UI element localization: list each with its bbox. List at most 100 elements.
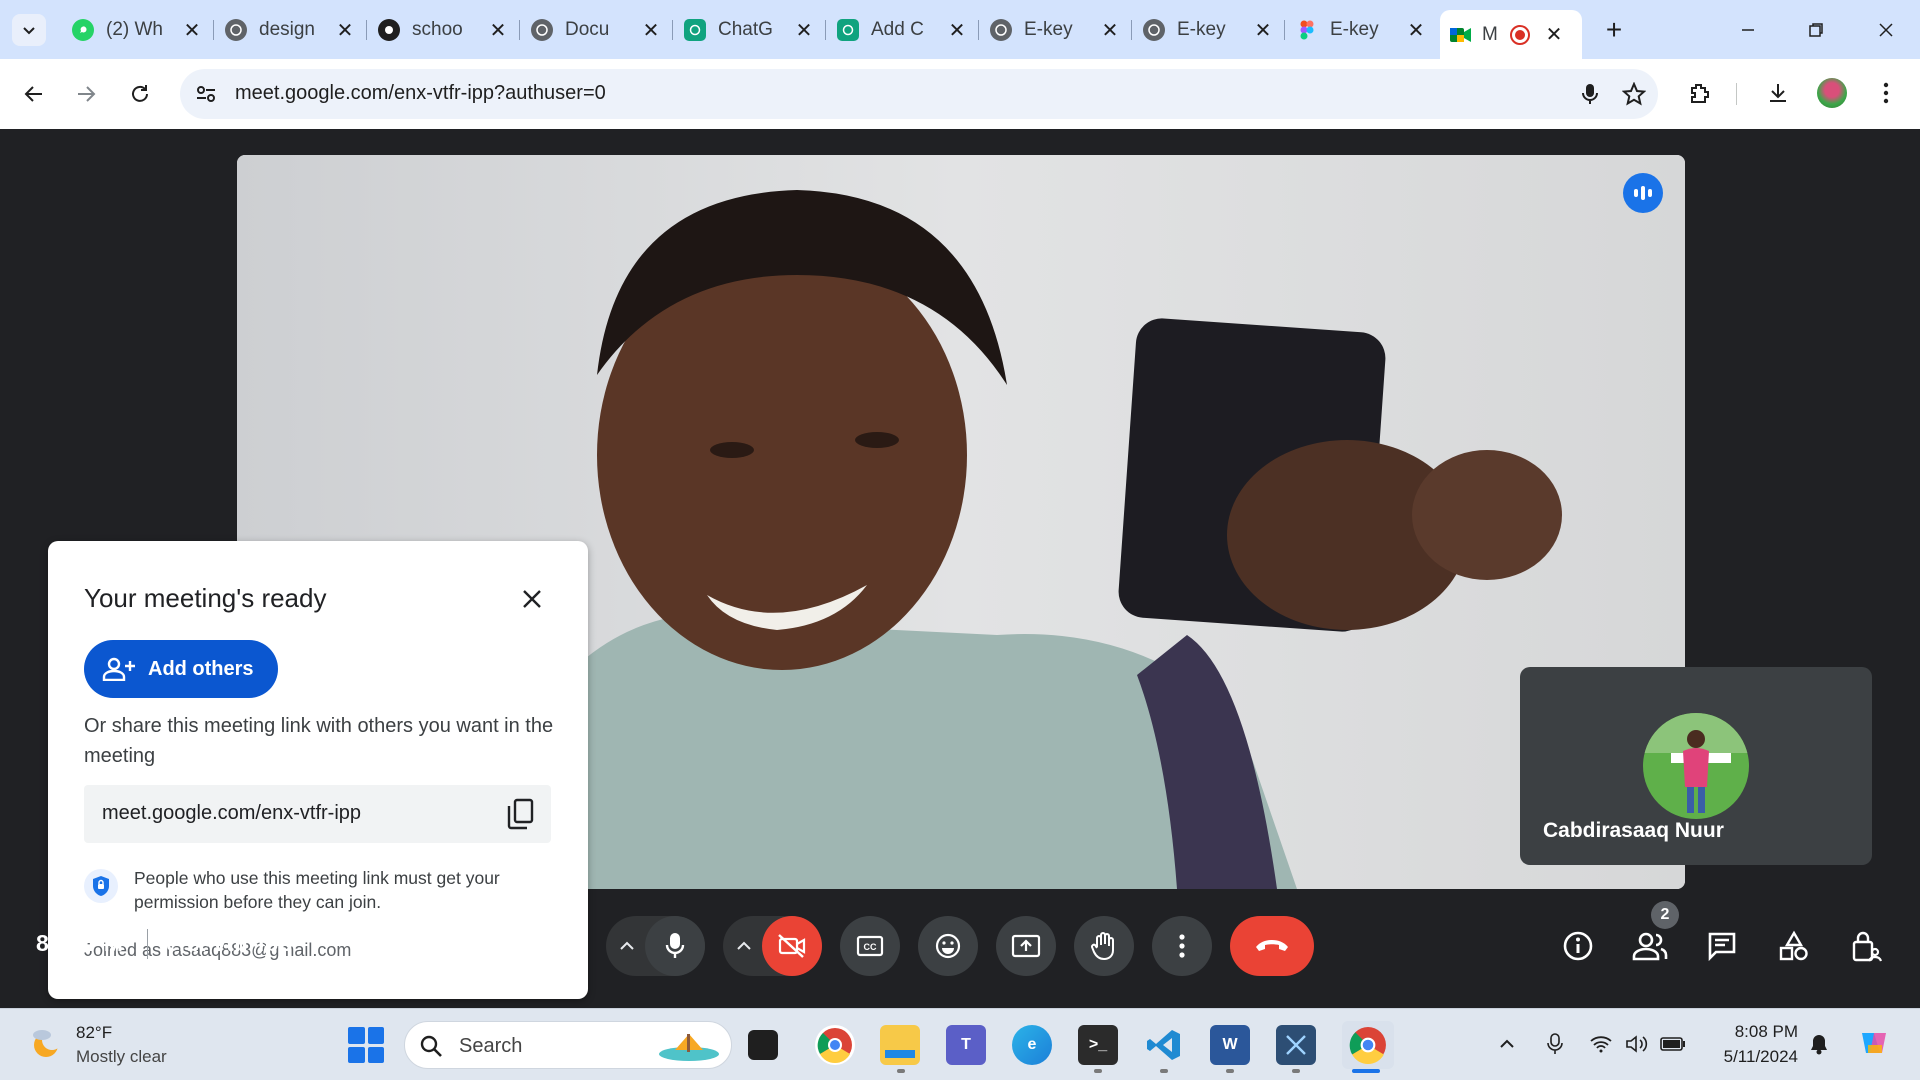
microphone-tray-icon[interactable]: [1542, 1031, 1568, 1057]
tab-close-icon[interactable]: ✕: [488, 18, 508, 43]
github-icon: [378, 19, 400, 41]
volume-icon[interactable]: [1624, 1031, 1650, 1057]
vscode-icon[interactable]: [1144, 1025, 1184, 1065]
battery-icon[interactable]: [1660, 1031, 1686, 1057]
tab-close-icon[interactable]: ✕: [1253, 18, 1273, 43]
tab-design[interactable]: design ✕: [215, 10, 367, 50]
divider: [147, 929, 148, 959]
whatsapp-icon: [72, 19, 94, 41]
show-hidden-icons-button[interactable]: [1494, 1031, 1520, 1057]
add-others-label: Add others: [148, 657, 254, 680]
tab-close-icon[interactable]: ✕: [794, 18, 814, 43]
clock-time[interactable]: 8:08 PM: [1700, 1022, 1798, 1042]
edge-icon[interactable]: e: [1012, 1025, 1052, 1065]
tab-search-button[interactable]: [12, 14, 46, 46]
notifications-bell-icon[interactable]: [1806, 1031, 1832, 1057]
copy-link-button[interactable]: [503, 797, 537, 831]
tab-close-icon[interactable]: ✕: [1544, 22, 1564, 47]
tab-add-chatgpt[interactable]: Add C ✕: [827, 10, 979, 50]
present-screen-button[interactable]: [996, 916, 1056, 976]
address-bar[interactable]: meet.google.com/enx-vtfr-ipp?authuser=0: [180, 69, 1658, 119]
copilot-icon[interactable]: [1854, 1023, 1894, 1063]
clock-date[interactable]: 5/11/2024: [1700, 1047, 1798, 1067]
tab-chatgpt[interactable]: ChatG ✕: [674, 10, 826, 50]
weather-moon-icon[interactable]: [26, 1025, 66, 1065]
camera-off-button[interactable]: [762, 916, 822, 976]
task-view-icon[interactable]: [748, 1030, 778, 1060]
minimize-button[interactable]: [1728, 12, 1768, 48]
audio-settings-button[interactable]: [610, 916, 644, 976]
meet-stage: Cabdirasaaq Nuur Your meeting's ready Ad…: [0, 129, 1920, 1008]
wifi-icon[interactable]: [1588, 1031, 1614, 1057]
tab-close-icon[interactable]: ✕: [1406, 18, 1426, 43]
file-explorer-icon[interactable]: [880, 1025, 920, 1065]
activities-button[interactable]: [1769, 921, 1819, 971]
video-settings-button[interactable]: [727, 916, 761, 976]
taskbar-search[interactable]: Search: [404, 1021, 732, 1069]
new-tab-button[interactable]: +: [1598, 14, 1630, 46]
puzzle-icon: [1691, 84, 1709, 103]
emoji-icon: [935, 933, 961, 959]
reactions-button[interactable]: [918, 916, 978, 976]
meeting-link-field[interactable]: meet.google.com/enx-vtfr-ipp: [84, 785, 551, 843]
bookmark-button[interactable]: [1616, 76, 1652, 112]
downloads-button[interactable]: [1760, 75, 1796, 111]
tab-close-icon[interactable]: ✕: [182, 18, 202, 43]
tab-close-icon[interactable]: ✕: [641, 18, 661, 43]
tab-close-icon[interactable]: ✕: [1100, 18, 1120, 43]
more-vert-icon: [1179, 934, 1185, 958]
weather-condition[interactable]: Mostly clear: [76, 1047, 167, 1067]
terminal-icon[interactable]: >_: [1078, 1025, 1118, 1065]
raise-hand-button[interactable]: [1074, 916, 1134, 976]
back-button[interactable]: [14, 74, 54, 114]
microphone-icon: [1582, 84, 1598, 104]
forward-button[interactable]: [66, 74, 106, 114]
start-button[interactable]: [348, 1027, 384, 1063]
chrome-icon[interactable]: [815, 1025, 855, 1065]
extensions-button[interactable]: [1682, 75, 1718, 111]
word-icon[interactable]: W: [1210, 1025, 1250, 1065]
chevron-up-icon: [737, 941, 751, 950]
chrome-active-icon[interactable]: [1342, 1021, 1394, 1069]
teams-icon[interactable]: T: [946, 1025, 986, 1065]
captions-button[interactable]: CC: [840, 916, 900, 976]
speaking-indicator-icon: [1623, 173, 1663, 213]
microphone-button[interactable]: [645, 916, 705, 976]
site-settings-icon[interactable]: [194, 82, 218, 106]
tab-label: E-key: [1024, 19, 1073, 40]
dialog-close-button[interactable]: [516, 583, 548, 615]
windows-taskbar: 82°F Mostly clear Search T e >_ W 8:08 P…: [0, 1008, 1920, 1080]
chat-icon: [1708, 932, 1736, 962]
tab-google-meet[interactable]: M ✕: [1440, 10, 1582, 59]
more-options-button[interactable]: [1152, 916, 1212, 976]
add-others-button[interactable]: Add others: [84, 640, 278, 698]
url-text: meet.google.com/enx-vtfr-ipp?authuser=0: [235, 82, 606, 104]
tab-close-icon[interactable]: ✕: [947, 18, 967, 43]
chat-button[interactable]: [1697, 921, 1747, 971]
download-icon: [1770, 84, 1786, 102]
restore-button[interactable]: [1796, 12, 1836, 48]
weather-temperature[interactable]: 82°F: [76, 1023, 112, 1043]
avatar: [1817, 78, 1847, 108]
tab-whatsapp[interactable]: (2) Wh ✕: [62, 10, 214, 50]
meeting-details-button[interactable]: [1553, 921, 1603, 971]
chevron-up-icon: [620, 941, 634, 950]
profile-button[interactable]: [1814, 75, 1850, 111]
tab-ekey-1[interactable]: E-key ✕: [980, 10, 1132, 50]
tab-close-icon[interactable]: ✕: [335, 18, 355, 43]
tab-docs[interactable]: Docu ✕: [521, 10, 673, 50]
search-placeholder: Search: [459, 1035, 523, 1057]
close-window-button[interactable]: [1866, 12, 1906, 48]
meeting-ready-dialog: Your meeting's ready Add others Or share…: [48, 541, 588, 999]
activities-icon: [1779, 930, 1808, 961]
snipping-tool-icon[interactable]: [1276, 1025, 1316, 1065]
tab-ekey-figma[interactable]: E-key ✕: [1286, 10, 1436, 50]
voice-search-button[interactable]: [1572, 76, 1608, 112]
leave-call-button[interactable]: [1230, 916, 1314, 976]
self-view-tile[interactable]: Cabdirasaaq Nuur: [1520, 667, 1872, 865]
reload-button[interactable]: [120, 74, 160, 114]
host-controls-button[interactable]: [1841, 921, 1891, 971]
tab-ekey-2[interactable]: E-key ✕: [1133, 10, 1285, 50]
chrome-menu-button[interactable]: [1868, 75, 1904, 111]
tab-github[interactable]: schoo ✕: [368, 10, 520, 50]
